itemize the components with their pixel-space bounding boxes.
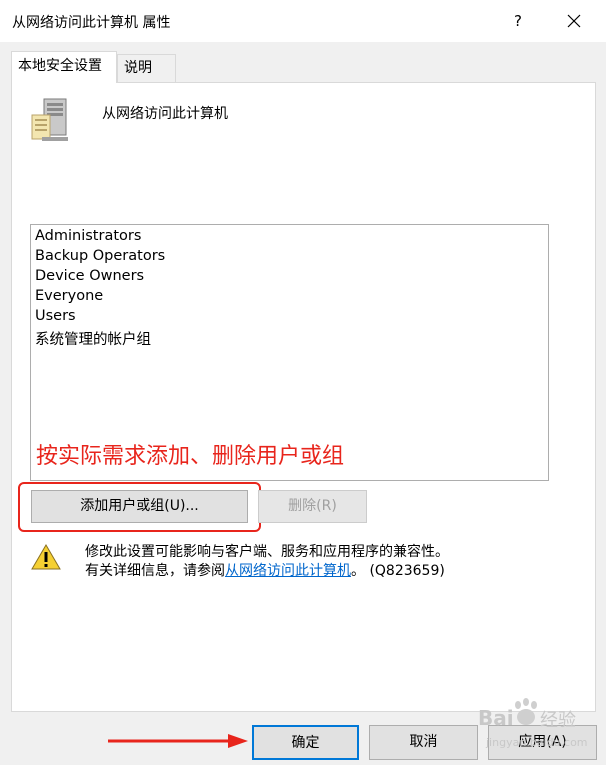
watermark-url: jingyan.baidu.com bbox=[486, 736, 588, 749]
warning-detail-prefix: 有关详细信息，请参阅 bbox=[85, 563, 225, 579]
red-annotation-text: 按实际需求添加、删除用户或组 bbox=[36, 444, 345, 469]
title-bar: 从网络访问此计算机 属性 ? bbox=[0, 0, 606, 42]
add-user-button[interactable]: 添加用户或组(U)... bbox=[31, 490, 248, 523]
red-arrow-icon bbox=[108, 734, 248, 748]
window-title: 从网络访问此计算机 属性 bbox=[12, 15, 171, 31]
list-item[interactable]: Administrators bbox=[35, 228, 141, 244]
warning-detail: 有关详细信息，请参阅从网络访问此计算机。 (Q823659) bbox=[85, 560, 445, 580]
cancel-button[interactable]: 取消 bbox=[369, 725, 478, 760]
list-item[interactable]: Device Owners bbox=[35, 268, 144, 284]
tab-explain[interactable]: 说明 bbox=[117, 54, 176, 82]
policy-help-link[interactable]: 从网络访问此计算机 bbox=[225, 563, 351, 579]
list-item[interactable]: 系统管理的帐户组 bbox=[35, 328, 151, 349]
watermark-brand-suffix: 经验 bbox=[540, 710, 576, 731]
policy-name: 从网络访问此计算机 bbox=[102, 106, 228, 122]
server-icon bbox=[31, 98, 68, 141]
close-button[interactable] bbox=[556, 6, 592, 36]
list-item[interactable]: Everyone bbox=[35, 288, 103, 304]
tab-local-security-setting[interactable]: 本地安全设置 bbox=[11, 51, 117, 83]
warning-text: 修改此设置可能影响与客户端、服务和应用程序的兼容性。 bbox=[85, 544, 449, 560]
close-icon bbox=[567, 14, 581, 28]
watermark-brand: Bai bbox=[478, 706, 514, 730]
list-item[interactable]: Users bbox=[35, 308, 76, 324]
warning-icon bbox=[31, 544, 61, 570]
warning-detail-suffix: 。 (Q823659) bbox=[351, 563, 445, 579]
list-item[interactable]: Backup Operators bbox=[35, 248, 165, 264]
watermark: Bai 经验 jingyan.baidu.com bbox=[478, 696, 606, 765]
help-button[interactable]: ? bbox=[504, 6, 532, 36]
remove-button[interactable]: 删除(R) bbox=[258, 490, 367, 523]
ok-button[interactable]: 确定 bbox=[252, 725, 359, 760]
